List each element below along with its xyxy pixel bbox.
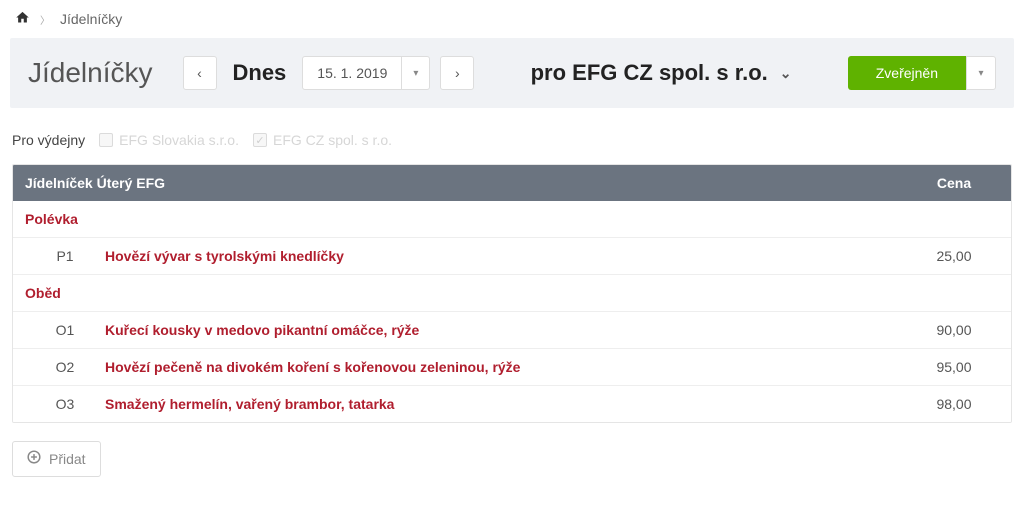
status-dropdown-button[interactable]: ▾ — [966, 56, 996, 90]
table-row[interactable]: O1 Kuřecí kousky v medovo pikantní omáčc… — [13, 312, 1011, 349]
item-name: Smažený hermelín, vařený brambor, tatark… — [105, 396, 909, 412]
item-name: Hovězí vývar s tyrolskými knedlíčky — [105, 248, 909, 264]
chevron-down-icon: ⌄ — [780, 65, 792, 82]
next-button[interactable]: › — [440, 56, 474, 90]
chevron-right-icon: 〉 — [40, 12, 50, 27]
filter-checkbox-cz: ✓ EFG CZ spol. s r.o. — [253, 132, 392, 148]
prev-button[interactable]: ‹ — [183, 56, 217, 90]
date-picker[interactable]: 15. 1. 2019 ▾ — [302, 56, 430, 90]
section-header: Polévka — [13, 201, 1011, 238]
filter-opt-label: EFG Slovakia s.r.o. — [119, 132, 239, 148]
item-code: O2 — [25, 359, 105, 375]
table-row[interactable]: O2 Hovězí pečeně na divokém koření s koř… — [13, 349, 1011, 386]
table-header: Jídelníček Úterý EFG Cena — [13, 165, 1011, 201]
item-code: O1 — [25, 322, 105, 338]
status-button-group: Zveřejněn ▾ — [848, 56, 996, 90]
table-row[interactable]: O3 Smažený hermelín, vařený brambor, tat… — [13, 386, 1011, 422]
header-name-col: Jídelníček Úterý EFG — [25, 175, 909, 191]
company-prefix: pro — [531, 60, 566, 85]
header-bar: Jídelníčky ‹ Dnes 15. 1. 2019 ▾ › pro EF… — [10, 38, 1014, 108]
item-name: Hovězí pečeně na divokém koření s kořeno… — [105, 359, 909, 375]
status-button[interactable]: Zveřejněn — [848, 56, 966, 90]
company-name: EFG CZ spol. s r.o. — [572, 60, 768, 85]
add-button-label: Přidat — [49, 451, 86, 467]
menu-table: Jídelníček Úterý EFG Cena Polévka P1 Hov… — [12, 164, 1012, 423]
filter-opt-label: EFG CZ spol. s r.o. — [273, 132, 392, 148]
caret-down-icon: ▾ — [978, 68, 983, 79]
add-button[interactable]: Přidat — [12, 441, 101, 477]
item-price: 95,00 — [909, 359, 999, 375]
item-price: 25,00 — [909, 248, 999, 264]
section-header: Oběd — [13, 275, 1011, 312]
item-price: 98,00 — [909, 396, 999, 412]
chevron-right-icon: › — [455, 65, 460, 81]
filter-checkbox-slovakia: EFG Slovakia s.r.o. — [99, 132, 239, 148]
checkbox-icon — [99, 133, 113, 147]
item-price: 90,00 — [909, 322, 999, 338]
header-price-col: Cena — [909, 175, 999, 191]
chevron-left-icon: ‹ — [197, 65, 202, 81]
company-selector[interactable]: pro EFG CZ spol. s r.o. ⌄ — [531, 60, 792, 86]
breadcrumb: 〉 Jídelníčky — [0, 0, 1024, 38]
table-row[interactable]: P1 Hovězí vývar s tyrolskými knedlíčky 2… — [13, 238, 1011, 275]
checkbox-checked-icon: ✓ — [253, 133, 267, 147]
home-icon[interactable] — [15, 10, 30, 28]
item-code: O3 — [25, 396, 105, 412]
date-value: 15. 1. 2019 — [303, 65, 401, 81]
item-name: Kuřecí kousky v medovo pikantní omáčce, … — [105, 322, 909, 338]
item-code: P1 — [25, 248, 105, 264]
filter-label: Pro výdejny — [12, 132, 85, 148]
breadcrumb-current[interactable]: Jídelníčky — [60, 11, 122, 27]
caret-down-icon: ▾ — [401, 56, 429, 90]
filter-row: Pro výdejny EFG Slovakia s.r.o. ✓ EFG CZ… — [0, 108, 1024, 164]
page-title: Jídelníčky — [28, 57, 153, 89]
plus-circle-icon — [27, 450, 41, 468]
today-label: Dnes — [233, 60, 287, 86]
